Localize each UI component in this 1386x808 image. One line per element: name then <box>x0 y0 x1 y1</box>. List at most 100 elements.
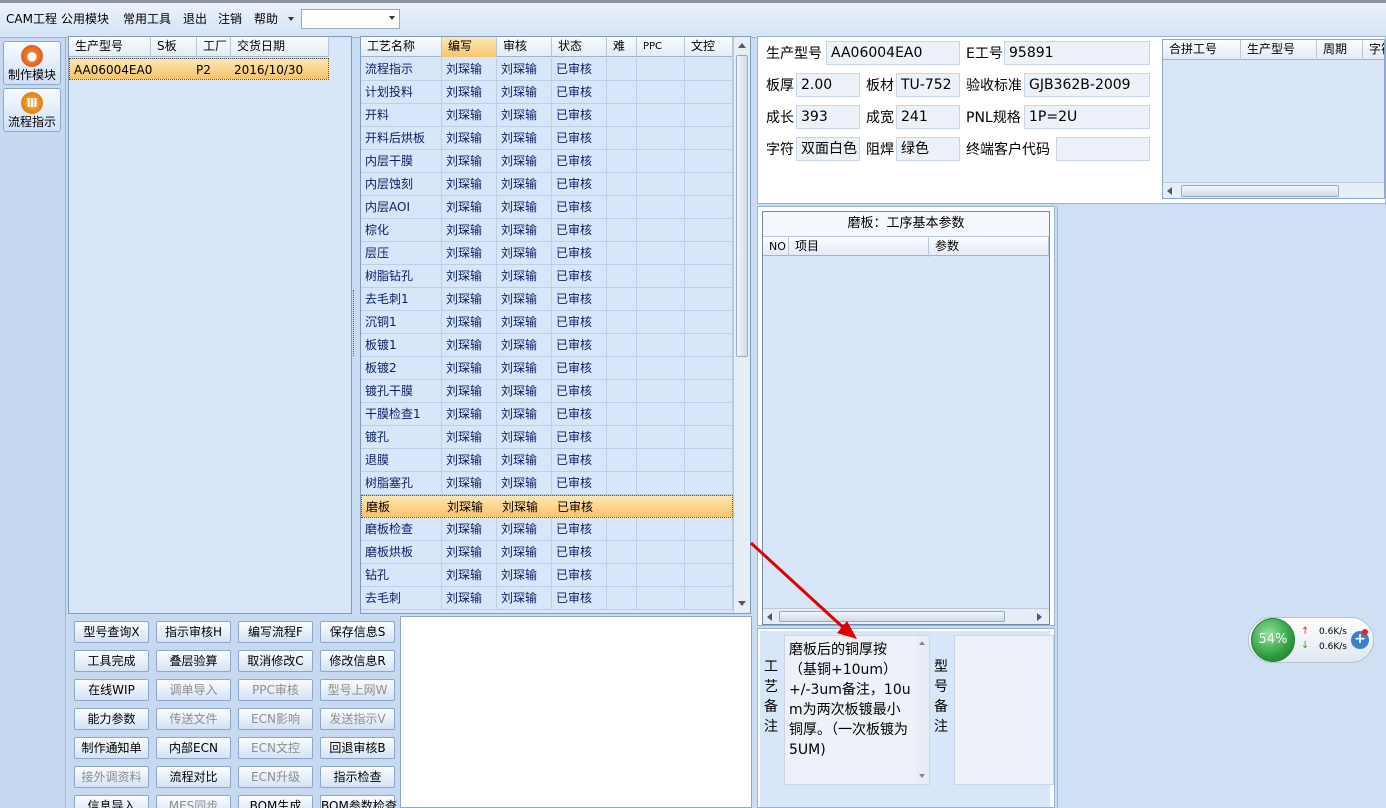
col-writer[interactable]: 编写 <box>442 37 497 57</box>
process-row[interactable]: 开料 刘琛输 刘琛输 已审核 <box>361 104 733 127</box>
action-button[interactable]: 指示审核H <box>156 621 231 643</box>
process-row[interactable]: 钻孔 刘琛输 刘琛输 已审核 <box>361 564 733 587</box>
net-widget[interactable]: 54% ↑ 0.6K/s ↓ 0.6K/s + <box>1248 617 1374 663</box>
field-thickness[interactable]: 2.00 <box>796 73 860 97</box>
process-row[interactable]: 镀孔干膜 刘琛输 刘琛输 已审核 <box>361 380 733 403</box>
scroll-thumb[interactable] <box>736 55 748 357</box>
process-row[interactable]: 棕化 刘琛输 刘琛输 已审核 <box>361 219 733 242</box>
action-button[interactable]: ECN文控 <box>238 737 313 759</box>
process-row[interactable]: 退膜 刘琛输 刘琛输 已审核 <box>361 449 733 472</box>
menu-help[interactable]: 帮助 <box>254 12 278 26</box>
col-doc-control[interactable]: 文控 <box>685 37 733 57</box>
field-material[interactable]: TU-752 <box>896 73 960 97</box>
action-button[interactable]: 编写流程F <box>238 621 313 643</box>
col-factory[interactable]: 工厂 <box>197 37 231 57</box>
col-combine-no[interactable]: 合拼工号 <box>1163 40 1241 60</box>
action-button[interactable]: BOM参数检查 <box>320 795 397 808</box>
action-button[interactable]: 发送指示V <box>320 708 395 730</box>
action-button[interactable]: ECN升级 <box>238 766 313 788</box>
process-row[interactable]: 板镀1 刘琛输 刘琛输 已审核 <box>361 334 733 357</box>
field-e-no[interactable]: 95891 <box>1004 41 1150 65</box>
scroll-left-icon[interactable] <box>1167 187 1172 195</box>
action-button[interactable]: MES同步 <box>156 795 231 808</box>
action-button[interactable]: 信息导入 <box>74 795 149 808</box>
col-param[interactable]: 参数 <box>929 237 1049 257</box>
process-row[interactable]: 去毛刺 刘琛输 刘琛输 已审核 <box>361 587 733 610</box>
combine-hscroll[interactable] <box>1163 182 1384 198</box>
module-process-button[interactable]: Ⅲ 流程指示 <box>3 88 61 132</box>
field-length[interactable]: 393 <box>796 105 860 129</box>
col-auditor[interactable]: 审核 <box>497 37 552 57</box>
col-model[interactable]: 生产型号 <box>69 37 151 57</box>
action-button[interactable]: 工具完成 <box>74 650 149 672</box>
col-combine-period[interactable]: 周期 <box>1317 40 1363 60</box>
col-delivery[interactable]: 交货日期 <box>231 37 329 57</box>
action-button[interactable]: 在线WIP <box>74 679 149 701</box>
field-standard[interactable]: GJB362B-2009 <box>1024 73 1150 97</box>
field-mask[interactable]: 绿色 <box>896 137 960 161</box>
action-button[interactable]: 保存信息S <box>320 621 395 643</box>
process-row[interactable]: 内层干膜 刘琛输 刘琛输 已审核 <box>361 150 733 173</box>
remark-scroll-up-icon[interactable] <box>919 641 925 645</box>
action-button[interactable]: BOM生成 <box>238 795 313 808</box>
action-button[interactable]: 取消修改C <box>238 650 313 672</box>
col-item[interactable]: 项目 <box>789 237 929 257</box>
action-button[interactable]: 型号查询X <box>74 621 149 643</box>
process-row[interactable]: 树脂钻孔 刘琛输 刘琛输 已审核 <box>361 265 733 288</box>
action-button[interactable]: PPC审核 <box>238 679 313 701</box>
remark-scroll-down-icon[interactable] <box>919 774 925 778</box>
field-pnl[interactable]: 1P=2U <box>1024 105 1150 129</box>
model-remark-box[interactable] <box>954 635 1054 785</box>
col-combine-legend[interactable]: 字符 <box>1363 40 1384 60</box>
col-s-board[interactable]: S板 <box>151 37 197 57</box>
col-no[interactable]: NO <box>763 237 789 257</box>
chevron-down-icon[interactable] <box>389 16 395 20</box>
process-row[interactable]: 磨板 刘琛输 刘琛输 已审核 <box>361 495 733 518</box>
field-customer[interactable] <box>1056 137 1150 161</box>
process-remark-box[interactable]: 磨板后的铜厚按（基铜+10um）+/-3um备注，10um为两次板镀最小铜厚。（… <box>784 635 930 785</box>
action-button[interactable]: 内部ECN <box>156 737 231 759</box>
process-row[interactable]: 树脂塞孔 刘琛输 刘琛输 已审核 <box>361 472 733 495</box>
remark-scrollbar[interactable] <box>917 636 929 784</box>
action-button[interactable]: 调单导入 <box>156 679 231 701</box>
action-button[interactable]: 接外调资料 <box>74 766 149 788</box>
process-row[interactable]: 磨板检查 刘琛输 刘琛输 已审核 <box>361 518 733 541</box>
module-make-button[interactable]: ● 制作模块 <box>3 41 61 85</box>
menu-tools[interactable]: 常用工具 <box>123 12 171 26</box>
menu-common-module[interactable]: 公用模块 <box>61 12 109 26</box>
field-width[interactable]: 241 <box>896 105 960 129</box>
process-row[interactable]: 板镀2 刘琛输 刘琛输 已审核 <box>361 357 733 380</box>
menu-logout[interactable]: 注销 <box>218 12 242 26</box>
process-row[interactable]: 层压 刘琛输 刘琛输 已审核 <box>361 242 733 265</box>
col-ppc[interactable]: PPC <box>637 37 685 57</box>
field-legend[interactable]: 双面白色 <box>796 137 860 161</box>
action-button[interactable]: ECN影响 <box>238 708 313 730</box>
col-difficulty[interactable]: 难 <box>607 37 637 57</box>
action-button[interactable]: 叠层验算 <box>156 650 231 672</box>
action-button[interactable]: 传送文件 <box>156 708 231 730</box>
action-button[interactable]: 能力参数 <box>74 708 149 730</box>
process-row[interactable]: 镀孔 刘琛输 刘琛输 已审核 <box>361 426 733 449</box>
process-row[interactable]: 磨板烘板 刘琛输 刘琛输 已审核 <box>361 541 733 564</box>
menu-exit[interactable]: 退出 <box>183 12 207 26</box>
help-dropdown-icon[interactable] <box>288 17 294 21</box>
scroll-up-button[interactable] <box>735 37 749 53</box>
order-row[interactable]: AA06004EA0 P2 2016/10/30 <box>69 58 329 80</box>
field-model[interactable]: AA06004EA0 <box>826 41 960 65</box>
process-scrollbar[interactable] <box>733 37 750 613</box>
action-button[interactable]: 流程对比 <box>156 766 231 788</box>
action-button[interactable]: 回退审核B <box>320 737 395 759</box>
menu-cam[interactable]: CAM工程 <box>6 12 57 26</box>
process-row[interactable]: 沉铜1 刘琛输 刘琛输 已审核 <box>361 311 733 334</box>
action-button[interactable]: 指示检查 <box>320 766 395 788</box>
action-button[interactable]: 修改信息R <box>320 650 395 672</box>
action-button[interactable]: 制作通知单 <box>74 737 149 759</box>
process-row[interactable]: 内层AOI 刘琛输 刘琛输 已审核 <box>361 196 733 219</box>
combine-hscroll-thumb[interactable] <box>1181 185 1339 197</box>
process-row[interactable]: 内层蚀刻 刘琛输 刘琛输 已审核 <box>361 173 733 196</box>
col-status[interactable]: 状态 <box>552 37 607 57</box>
col-process-name[interactable]: 工艺名称 <box>361 37 442 57</box>
process-row[interactable]: 计划投料 刘琛输 刘琛输 已审核 <box>361 81 733 104</box>
process-row[interactable]: 去毛刺1 刘琛输 刘琛输 已审核 <box>361 288 733 311</box>
process-row[interactable]: 干膜检查1 刘琛输 刘琛输 已审核 <box>361 403 733 426</box>
